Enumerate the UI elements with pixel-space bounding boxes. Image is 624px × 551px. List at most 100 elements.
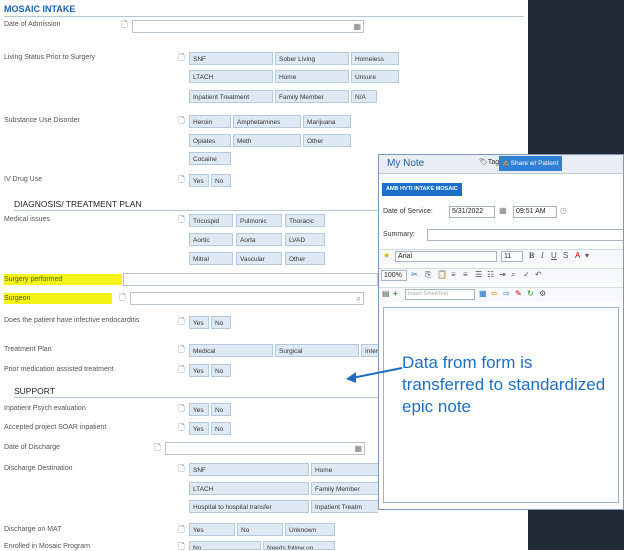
option-family-member[interactable]: Family Member bbox=[275, 90, 349, 103]
comment-icon[interactable]: 🗋 bbox=[118, 293, 127, 302]
font-size-select[interactable]: 11 bbox=[501, 251, 523, 262]
note-icon[interactable]: ▤ bbox=[382, 289, 390, 298]
option-surgical[interactable]: Surgical bbox=[275, 344, 359, 357]
comment-icon[interactable]: 🗋 bbox=[177, 404, 186, 413]
option-snf[interactable]: SNF bbox=[189, 52, 273, 65]
comment-icon[interactable]: 🗋 bbox=[177, 345, 186, 354]
zoom-select[interactable]: 100% bbox=[381, 270, 407, 281]
settings-icon[interactable]: ⚙ bbox=[539, 289, 546, 298]
option-heroin[interactable]: Heroin bbox=[189, 115, 231, 128]
comment-icon[interactable]: 🗋 bbox=[120, 20, 129, 29]
option-no[interactable]: No bbox=[211, 403, 231, 416]
search-icon[interactable]: ⌕ bbox=[357, 293, 361, 304]
paste-icon[interactable]: 📋 bbox=[437, 270, 447, 279]
comment-icon[interactable]: 🗋 bbox=[177, 317, 186, 326]
option-yes[interactable]: Yes bbox=[189, 364, 209, 377]
option-amphetamines[interactable]: Amphetamines bbox=[233, 115, 301, 128]
bullet-list-icon[interactable]: ☰ bbox=[475, 270, 482, 279]
tag-button[interactable]: 🏷Tag bbox=[479, 158, 499, 166]
option-yes[interactable]: Yes bbox=[189, 422, 209, 435]
comment-icon[interactable]: 🗋 bbox=[177, 53, 186, 62]
option-needs-follow-up[interactable]: Needs follow up bbox=[263, 541, 335, 550]
option-medical[interactable]: Medical bbox=[189, 344, 273, 357]
option-ltach[interactable]: LTACH bbox=[189, 70, 273, 83]
option-na[interactable]: N/A bbox=[351, 90, 377, 103]
smarttext-input[interactable]: Insert SmartText bbox=[405, 289, 475, 300]
copy-icon[interactable]: ⎘ bbox=[425, 270, 431, 280]
comment-icon[interactable]: 🗋 bbox=[177, 365, 186, 374]
option-hospital-transfer[interactable]: Hospital to hospital transfer bbox=[189, 500, 309, 513]
option-meth[interactable]: Meth bbox=[233, 134, 301, 147]
option-no[interactable]: No bbox=[211, 364, 231, 377]
date-of-admission-input[interactable]: ▦ bbox=[132, 20, 364, 33]
option-yes[interactable]: Yes bbox=[189, 316, 209, 329]
indent-icon[interactable]: ⇥ bbox=[499, 270, 506, 279]
option-mitral[interactable]: Mitral bbox=[189, 252, 233, 265]
date-of-discharge-input[interactable]: ▦ bbox=[165, 442, 365, 455]
share-with-patient-button[interactable]: ⚠ Share w/ Patient bbox=[499, 156, 563, 171]
option-yes[interactable]: Yes bbox=[189, 403, 209, 416]
option-pulmonic[interactable]: Pulmonic bbox=[236, 214, 282, 227]
comment-icon[interactable]: 🗋 bbox=[177, 525, 186, 534]
option-unknown[interactable]: Unknown bbox=[285, 523, 335, 536]
option-ltach[interactable]: LTACH bbox=[189, 482, 309, 495]
font-select[interactable]: Arial bbox=[395, 251, 497, 262]
time-input[interactable]: 09:51 AM bbox=[513, 206, 557, 218]
comment-icon[interactable]: 🗋 bbox=[177, 175, 186, 184]
option-thoracic[interactable]: Thoracic bbox=[285, 214, 325, 227]
italic-icon[interactable]: I bbox=[541, 251, 544, 260]
option-no[interactable]: No bbox=[211, 422, 231, 435]
comment-icon[interactable]: 🗋 bbox=[177, 215, 186, 224]
option-snf[interactable]: SNF bbox=[189, 463, 309, 476]
option-inpatient-treatment[interactable]: Inpatient Treatm bbox=[311, 500, 378, 513]
spellcheck-icon[interactable]: ✓ bbox=[523, 270, 530, 279]
calendar-icon[interactable]: ▦ bbox=[353, 21, 361, 32]
add-icon[interactable]: + bbox=[393, 289, 398, 298]
option-no[interactable]: No bbox=[189, 541, 261, 550]
underline-icon[interactable]: U bbox=[551, 251, 557, 260]
clock-icon[interactable]: ◷ bbox=[560, 206, 567, 215]
calendar-icon[interactable]: ▦ bbox=[499, 206, 507, 215]
option-marijuana[interactable]: Marijuana bbox=[303, 115, 351, 128]
smartphrase-icon[interactable]: ▦ bbox=[479, 289, 487, 298]
option-lvad[interactable]: LVAD bbox=[285, 233, 325, 246]
option-sober-living[interactable]: Sober Living bbox=[275, 52, 349, 65]
find-icon[interactable]: ⌕ bbox=[511, 270, 515, 280]
option-vascular[interactable]: Vascular bbox=[236, 252, 282, 265]
option-home[interactable]: Home bbox=[275, 70, 349, 83]
option-aortic[interactable]: Aortic bbox=[189, 233, 233, 246]
comment-icon[interactable]: 🗋 bbox=[153, 443, 162, 452]
tools-icon[interactable]: ✎ bbox=[515, 289, 522, 298]
undo-icon[interactable]: ↶ bbox=[535, 270, 542, 279]
option-other[interactable]: Other bbox=[285, 252, 325, 265]
comment-icon[interactable]: 🗋 bbox=[177, 464, 186, 473]
align-left-icon[interactable]: ≡ bbox=[451, 270, 456, 279]
strikethrough-icon[interactable]: S bbox=[563, 251, 568, 260]
option-family-member[interactable]: Family Member bbox=[311, 482, 378, 495]
option-tricuspid[interactable]: Tricuspid bbox=[189, 214, 233, 227]
cut-icon[interactable]: ✂ bbox=[411, 270, 418, 279]
option-inter[interactable]: Inter bbox=[361, 344, 378, 357]
comment-icon[interactable]: 🗋 bbox=[177, 423, 186, 432]
summary-input[interactable] bbox=[427, 229, 623, 241]
option-home[interactable]: Home bbox=[311, 463, 378, 476]
option-cocaine[interactable]: Cocaine bbox=[189, 152, 231, 165]
align-center-icon[interactable]: ≡ bbox=[463, 270, 468, 279]
numbered-list-icon[interactable]: ☷ bbox=[487, 270, 494, 279]
option-unsure[interactable]: Unsure bbox=[351, 70, 399, 83]
arrow-right-icon[interactable]: ⇨ bbox=[503, 289, 510, 298]
surgeon-input[interactable]: ⌕ bbox=[130, 292, 364, 305]
option-other[interactable]: Other bbox=[303, 134, 351, 147]
arrow-left-icon[interactable]: ⇦ bbox=[491, 289, 498, 298]
option-no[interactable]: No bbox=[211, 174, 231, 187]
option-yes[interactable]: Yes bbox=[189, 523, 235, 536]
option-no[interactable]: No bbox=[237, 523, 283, 536]
option-no[interactable]: No bbox=[211, 316, 231, 329]
surgery-performed-input[interactable] bbox=[123, 273, 378, 286]
comment-icon[interactable]: 🗋 bbox=[177, 116, 186, 125]
option-yes[interactable]: Yes bbox=[189, 174, 209, 187]
option-aorta[interactable]: Aorta bbox=[236, 233, 282, 246]
option-homeless[interactable]: Homeless bbox=[351, 52, 399, 65]
calendar-icon[interactable]: ▦ bbox=[354, 443, 362, 454]
option-inpatient-treatment[interactable]: Inpatient Treatment bbox=[189, 90, 273, 103]
